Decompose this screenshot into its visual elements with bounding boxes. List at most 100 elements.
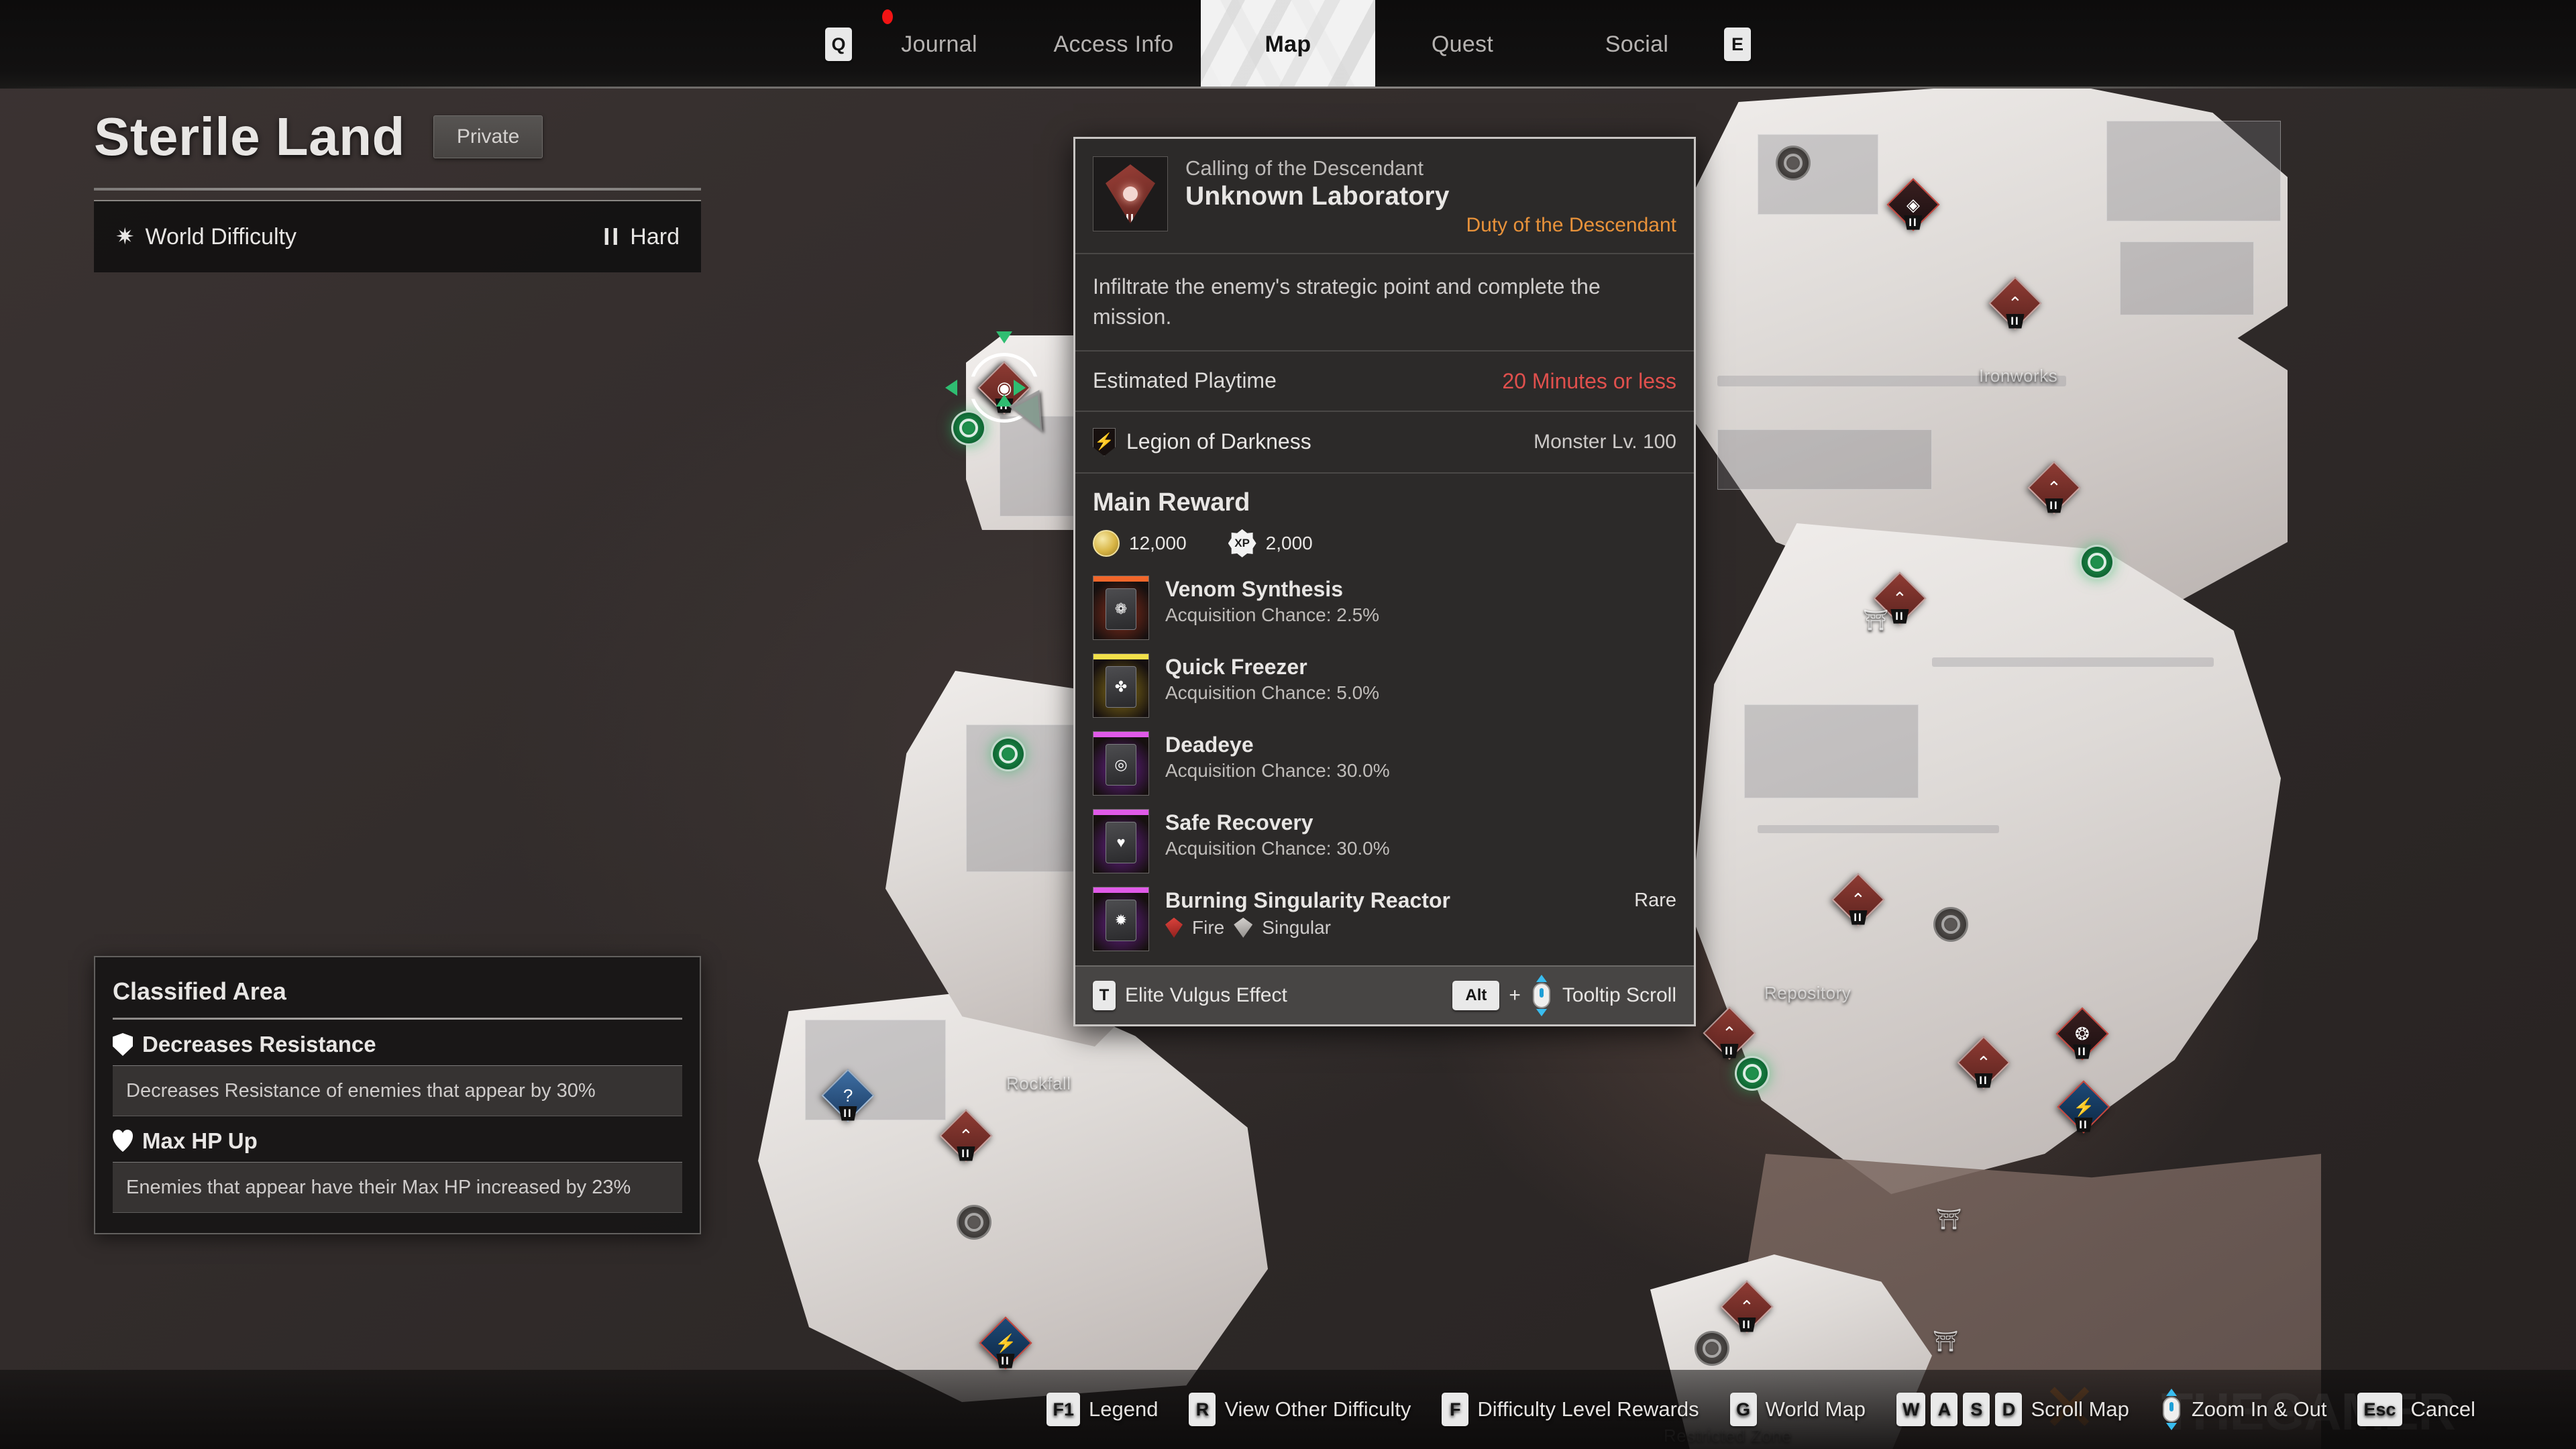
hint-legend[interactable]: F1 Legend: [1046, 1393, 1158, 1426]
difficulty-tier-bars: II: [603, 223, 621, 250]
marker-glyph: ⌃: [2008, 292, 2023, 313]
map-marker-infiltration[interactable]: [991, 737, 1026, 771]
map-marker-mission[interactable]: ⌃ II: [1720, 1280, 1774, 1334]
reward-item-text: Safe Recovery Acquisition Chance: 30.0%: [1165, 809, 1676, 859]
tab-social[interactable]: Social: [1550, 0, 1724, 89]
marker-tier-badge: II: [839, 1106, 857, 1121]
map-marker-observation[interactable]: [957, 1205, 991, 1240]
scroll-down-arrow: [2165, 1423, 2177, 1430]
title-divider: [94, 188, 701, 191]
nav-tab-list[interactable]: Journal Access Info Map Quest Social: [852, 0, 1724, 89]
hint-cancel[interactable]: Esc Cancel: [2357, 1393, 2475, 1426]
module-chip-icon: ◎: [1106, 743, 1136, 786]
reward-item-list[interactable]: ❁ Venom Synthesis Acquisition Chance: 2.5%…: [1093, 570, 1676, 959]
marker-glyph: ⌃: [1976, 1052, 1991, 1073]
map-marker-mission[interactable]: ⌃ II: [1988, 276, 2042, 330]
reward-item-text: Quick Freezer Acquisition Chance: 5.0%: [1165, 653, 1676, 704]
map-marker-observation[interactable]: [1776, 146, 1811, 180]
estimated-playtime-value: 20 Minutes or less: [1502, 368, 1676, 393]
reward-item[interactable]: ❁ Venom Synthesis Acquisition Chance: 2.5%: [1093, 570, 1676, 647]
xp-badge-icon: XP: [1228, 529, 1256, 557]
reward-item[interactable]: ♥ Safe Recovery Acquisition Chance: 30.0%: [1093, 803, 1676, 881]
main-reward-title: Main Reward: [1093, 488, 1250, 517]
hint-view-other-difficulty[interactable]: R View Other Difficulty: [1189, 1393, 1411, 1426]
privacy-button[interactable]: Private: [433, 115, 543, 158]
keycap[interactable]: A: [1931, 1393, 1958, 1426]
map-marker-observation[interactable]: [1695, 1331, 1729, 1366]
reward-item[interactable]: ◎ Deadeye Acquisition Chance: 30.0%: [1093, 725, 1676, 803]
hint-zoom-in-out[interactable]: Zoom In & Out: [2160, 1389, 2326, 1430]
keycap[interactable]: F1: [1046, 1393, 1080, 1426]
legion-badge-icon: ⚡: [1093, 427, 1116, 456]
map-marker-elite-blue[interactable]: ⚡ II: [2057, 1080, 2110, 1134]
tab-access-info[interactable]: Access Info: [1026, 0, 1201, 89]
singular-attribute-icon: [1234, 917, 1253, 938]
elite-vulgus-key[interactable]: T: [1093, 980, 1116, 1010]
bottom-hint-bar[interactable]: F1 Legend R View Other Difficulty F Difficult…: [0, 1370, 2576, 1449]
map-marker-elite-blue[interactable]: ⚡ II: [979, 1316, 1032, 1370]
reward-item[interactable]: ✹ Burning Singularity Reactor Fire Singular…: [1093, 881, 1676, 959]
keycap[interactable]: D: [1995, 1393, 2023, 1426]
world-difficulty-row[interactable]: ✷ World Difficulty II Hard: [94, 200, 701, 272]
elite-vulgus-hint[interactable]: T Elite Vulgus Effect: [1093, 980, 1287, 1010]
map-marker-infiltration[interactable]: [2080, 545, 2114, 580]
hint-world-map[interactable]: G World Map: [1729, 1393, 1866, 1426]
tooltip-footer[interactable]: T Elite Vulgus Effect Alt + Tooltip Scro…: [1075, 965, 1694, 1024]
gold-coin-icon: [1093, 529, 1120, 557]
marker-glyph: ⌃: [2047, 477, 2061, 498]
map-marker-mission[interactable]: ⌃ II: [1957, 1036, 2010, 1089]
tab-map[interactable]: Map: [1201, 0, 1375, 89]
classified-divider: [113, 1018, 682, 1020]
map-marker-mission[interactable]: ⌃ II: [939, 1109, 993, 1163]
alt-key[interactable]: Alt: [1452, 980, 1500, 1010]
observation-point-icon: [1695, 1331, 1729, 1366]
hint-scroll-map[interactable]: W A S D Scroll Map: [1896, 1393, 2129, 1426]
top-navigation-bar[interactable]: Q Journal Access Info Map Quest Social E: [0, 0, 2576, 89]
marker-glyph: ?: [843, 1085, 853, 1106]
nav-next-key[interactable]: E: [1724, 28, 1751, 61]
hint-label: Scroll Map: [2031, 1397, 2129, 1421]
map-marker-infiltration[interactable]: [951, 411, 986, 445]
keycap[interactable]: G: [1729, 1393, 1757, 1426]
tab-quest[interactable]: Quest: [1375, 0, 1550, 89]
fire-attribute-icon: [1165, 917, 1183, 938]
map-marker-infiltration[interactable]: [1735, 1056, 1770, 1091]
elite-vulgus-label: Elite Vulgus Effect: [1125, 983, 1287, 1006]
map-marker-elite-red[interactable]: ❂ II: [2055, 1007, 2109, 1061]
main-reward-section: Main Reward 12,000 XP 2,000 ❁ Venom Synthes…: [1075, 474, 1694, 965]
map-marker-mission[interactable]: ⌃ II: [1831, 873, 1885, 926]
hint-difficulty-level-rewards[interactable]: F Difficulty Level Rewards: [1442, 1393, 1699, 1426]
map-marker-observation[interactable]: [1933, 907, 1968, 942]
map-marker-unknown[interactable]: ? II: [821, 1069, 875, 1122]
tab-journal[interactable]: Journal: [852, 0, 1026, 89]
map-marker-mission[interactable]: ⌃ II: [1703, 1006, 1756, 1060]
mission-duty-tag: Duty of the Descendant: [1466, 214, 1676, 236]
reward-item[interactable]: ✤ Quick Freezer Acquisition Chance: 5.0%: [1093, 647, 1676, 725]
mission-tooltip[interactable]: II Calling of the Descendant Unknown Lab…: [1073, 137, 1696, 1026]
nav-prev-key[interactable]: Q: [825, 28, 852, 61]
difficulty-value: Hard: [630, 223, 680, 250]
marker-tier-badge: II: [2074, 1118, 2093, 1132]
marker-tier-badge: II: [996, 1354, 1015, 1368]
classified-effect-header: Decreases Resistance: [113, 1032, 682, 1057]
keycap[interactable]: R: [1189, 1393, 1216, 1426]
map-marker-mission[interactable]: ⌃ II: [2027, 461, 2081, 515]
infiltration-point-icon: [991, 737, 1026, 771]
module-chip-icon: ✤: [1106, 665, 1136, 708]
map-marker-special[interactable]: ◈ II: [1886, 178, 1940, 231]
map-pipe: [1932, 657, 2214, 667]
tower-icon[interactable]: ⛩: [1933, 1330, 1958, 1354]
infiltration-point-icon: [951, 411, 986, 445]
keycap[interactable]: S: [1963, 1393, 1990, 1426]
estimated-playtime-row: Estimated Playtime 20 Minutes or less: [1075, 352, 1694, 412]
marker-tier-badge: II: [957, 1146, 975, 1161]
emblem-tier-badge: II: [1125, 212, 1136, 225]
keycap[interactable]: W: [1896, 1393, 1926, 1426]
map-pipe: [1717, 376, 2066, 386]
tooltip-scroll-hint[interactable]: Alt + Tooltip Scroll: [1452, 974, 1676, 1016]
tower-icon[interactable]: ⛩: [1936, 1208, 1962, 1232]
tower-icon[interactable]: ⛩: [1863, 609, 1888, 633]
infiltration-point-icon: [1735, 1056, 1770, 1091]
keycap[interactable]: F: [1442, 1393, 1469, 1426]
keycap[interactable]: Esc: [2357, 1393, 2402, 1426]
